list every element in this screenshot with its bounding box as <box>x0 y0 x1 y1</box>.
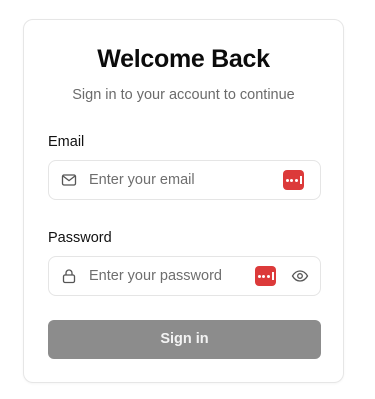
eye-icon[interactable] <box>291 268 309 284</box>
page-subtitle: Sign in to your account to continue <box>72 87 295 103</box>
password-field-wrapper[interactable] <box>48 256 321 296</box>
password-manager-icon[interactable] <box>283 170 304 190</box>
email-field-wrapper[interactable] <box>48 160 321 200</box>
password-manager-icon[interactable] <box>255 266 276 286</box>
page-title: Welcome Back <box>97 45 270 73</box>
sign-in-button[interactable]: Sign in <box>48 320 321 359</box>
lock-icon <box>62 269 76 284</box>
email-label: Email <box>48 134 85 150</box>
email-input[interactable] <box>89 161 249 199</box>
password-label: Password <box>48 230 112 246</box>
login-card: Welcome Back Sign in to your account to … <box>23 19 344 383</box>
password-input[interactable] <box>89 257 259 295</box>
mail-icon <box>61 174 77 186</box>
